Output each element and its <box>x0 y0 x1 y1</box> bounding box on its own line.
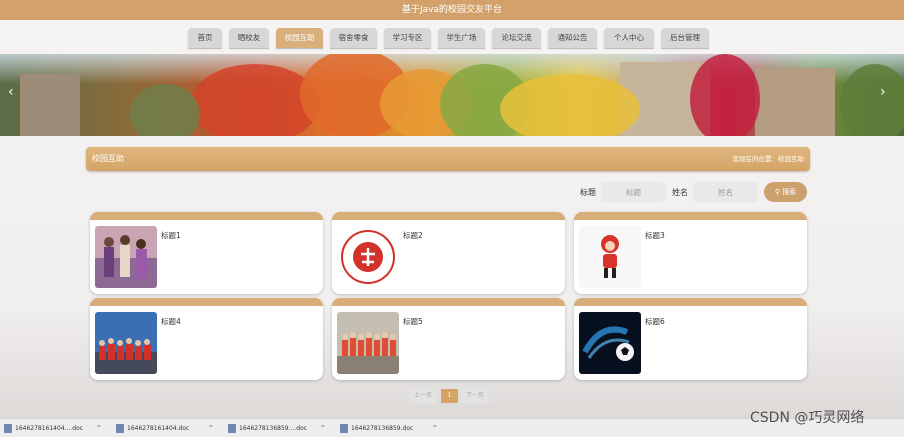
nav-item-study[interactable]: 学习专区 <box>384 28 431 48</box>
nav-item-admin[interactable]: 后台管理 <box>661 28 709 48</box>
section-header: 校园互助 您现在的位置：校园互助 <box>86 147 810 171</box>
nav-item-profile[interactable]: 个人中心 <box>604 28 654 48</box>
nav-item-notices[interactable]: 通知公告 <box>548 28 597 48</box>
card-image-soccer-ball <box>579 312 641 374</box>
card-title: 标题3 <box>645 231 665 240</box>
chevron-up-icon[interactable]: ⌃ <box>96 422 102 435</box>
doc-file-icon <box>228 424 236 433</box>
search-icon: ⚲ <box>774 188 780 196</box>
title-search-label: 标题 <box>580 188 596 197</box>
chevron-up-icon[interactable]: ⌃ <box>320 422 326 435</box>
download-item-4[interactable]: 1646278136859.doc ⌃ <box>340 422 444 435</box>
nav-item-mutual-help[interactable]: 校园互助 <box>276 28 323 48</box>
nav-item-dorm-snacks[interactable]: 宿舍零食 <box>330 28 377 48</box>
help-card-2[interactable]: 标题2 <box>332 212 565 294</box>
card-image-people <box>95 226 157 288</box>
main-nav: 首页 晒校友 校园互助 宿舍零食 学习专区 学生广场 论坛交流 通知公告 个人中… <box>0 20 904 54</box>
card-image-volunteer-logo <box>337 226 399 288</box>
card-image-team <box>337 312 399 374</box>
card-title: 标题4 <box>161 317 181 326</box>
download-item-3[interactable]: 1646278136859....doc ⌃ <box>228 422 332 435</box>
card-title: 标题1 <box>161 231 181 240</box>
help-card-1[interactable]: 标题1 <box>90 212 323 294</box>
card-title: 标题6 <box>645 317 665 326</box>
help-card-5[interactable]: 标题5 <box>332 298 565 380</box>
card-title: 标题5 <box>403 317 423 326</box>
banner-prev-icon[interactable]: ‹ <box>8 84 14 100</box>
card-image-mascot <box>579 226 641 288</box>
doc-file-icon <box>116 424 124 433</box>
page-number-1[interactable]: 1 <box>441 389 458 403</box>
title-search-input[interactable] <box>601 182 666 202</box>
chevron-up-icon[interactable]: ⌃ <box>208 422 214 435</box>
download-item-1[interactable]: 1646278161404....doc ⌃ <box>4 422 108 435</box>
doc-file-icon <box>340 424 348 433</box>
download-item-2[interactable]: 1646278161404.doc ⌃ <box>116 422 220 435</box>
name-search-label: 姓名 <box>672 188 688 197</box>
doc-file-icon <box>4 424 12 433</box>
site-title: 基于Java的校园交友平台 <box>401 5 502 15</box>
help-card-6[interactable]: 标题6 <box>574 298 807 380</box>
banner-next-icon[interactable]: › <box>880 84 886 100</box>
card-title: 标题2 <box>403 231 423 240</box>
watermark: CSDN @巧灵网络 <box>750 410 865 426</box>
breadcrumb: 您现在的位置：校园互助 <box>732 155 805 163</box>
nav-item-alumni[interactable]: 晒校友 <box>229 28 269 48</box>
help-card-4[interactable]: 标题4 <box>90 298 323 380</box>
prev-page-button[interactable]: 上一页 <box>409 389 437 403</box>
banner-carousel[interactable]: ‹ › <box>0 54 904 136</box>
site-header: 基于Java的校园交友平台 <box>0 0 904 20</box>
section-title: 校园互助 <box>92 154 124 163</box>
card-image-group <box>95 312 157 374</box>
next-page-button[interactable]: 下一页 <box>461 389 489 403</box>
nav-item-home[interactable]: 首页 <box>188 28 222 48</box>
search-button[interactable]: ⚲ 搜索 <box>764 182 807 202</box>
nav-item-plaza[interactable]: 学生广场 <box>438 28 485 48</box>
help-card-3[interactable]: 标题3 <box>574 212 807 294</box>
nav-item-forum[interactable]: 论坛交流 <box>492 28 541 48</box>
name-search-input[interactable] <box>693 182 758 202</box>
chevron-up-icon[interactable]: ⌃ <box>432 422 438 435</box>
